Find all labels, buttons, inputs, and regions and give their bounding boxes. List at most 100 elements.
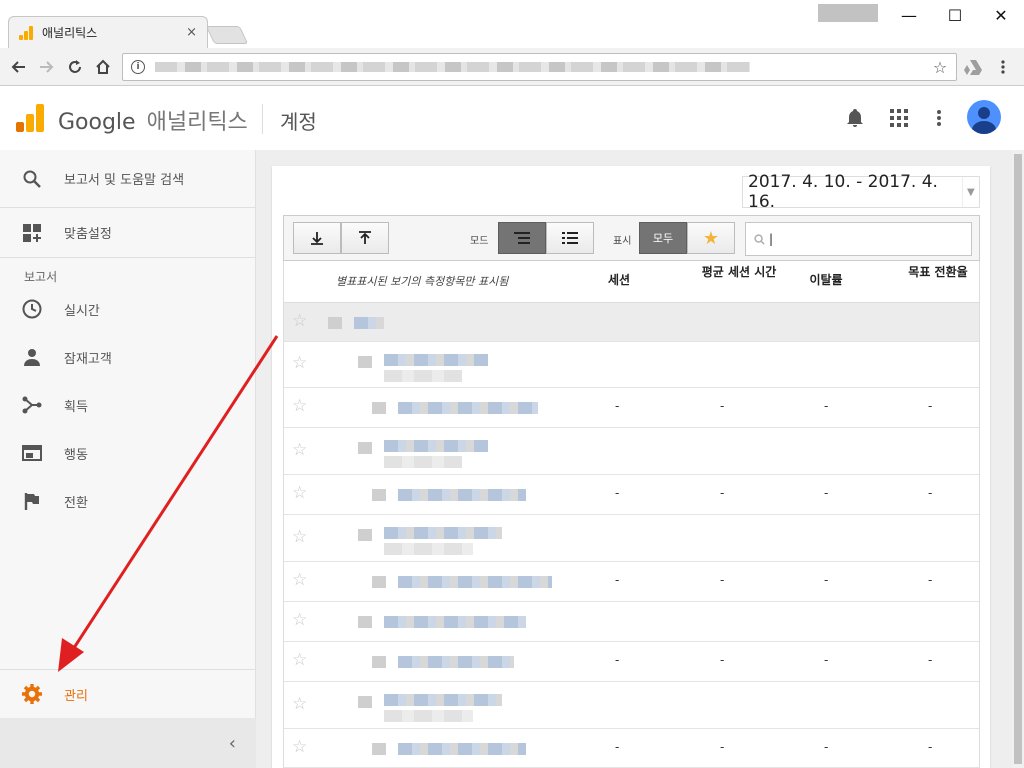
star-row-icon[interactable]: ☆	[292, 353, 307, 373]
collapse-sidebar-button[interactable]: ‹	[0, 718, 256, 768]
metric-value: -	[615, 653, 620, 667]
back-icon[interactable]	[5, 54, 31, 80]
table-row[interactable]: ☆ - - - -	[284, 562, 979, 602]
notifications-bell-icon[interactable]	[843, 106, 867, 130]
tab-close-icon[interactable]: ×	[186, 25, 197, 40]
metric-value: -	[720, 653, 725, 667]
column-header-avg-session-duration[interactable]: 평균 세션 시간	[694, 265, 784, 279]
blurred-row-label	[398, 742, 526, 755]
sidebar-item-audience[interactable]: 잠재고객	[0, 333, 256, 381]
blurred-url	[155, 62, 750, 72]
analytics-logo-icon[interactable]	[16, 104, 44, 132]
table-row[interactable]: ☆ - - - -	[284, 642, 979, 682]
star-icon: ★	[702, 227, 720, 249]
sidebar-item-customization[interactable]: 맞춤설정	[0, 208, 256, 258]
sidebar-item-label: 행동	[64, 447, 88, 463]
mode-hierarchy-button[interactable]	[498, 222, 546, 254]
site-info-icon[interactable]: i	[131, 60, 145, 74]
new-tab-button[interactable]	[205, 26, 249, 44]
scrollbar-thumb[interactable]	[1014, 154, 1022, 764]
table-row[interactable]: ☆ - - - -	[284, 475, 979, 515]
star-row-icon[interactable]: ☆	[292, 650, 307, 670]
avatar-head	[978, 107, 990, 119]
blurred-row-sublabel	[384, 543, 473, 555]
metric-value: -	[720, 573, 725, 587]
metric-value: -	[824, 653, 829, 667]
date-range-selector[interactable]: 2017. 4. 10. - 2017. 4. 16. ▼	[742, 172, 980, 212]
minimize-button[interactable]: —	[886, 2, 932, 28]
star-row-icon[interactable]: ☆	[292, 527, 307, 547]
export-button[interactable]	[293, 222, 341, 254]
blurred-expand-icon	[372, 402, 386, 414]
header-divider	[262, 104, 263, 134]
table-row[interactable]: ☆	[284, 682, 979, 729]
home-icon[interactable]	[90, 54, 116, 80]
chrome-menu-icon[interactable]	[990, 54, 1016, 80]
mode-list-button[interactable]	[546, 222, 594, 254]
sidebar-item-behavior[interactable]: 행동	[0, 429, 256, 477]
browser-tabstrip: 애널리틱스 × — ☐ ✕	[0, 0, 1024, 48]
user-avatar[interactable]	[967, 100, 1001, 134]
table-row[interactable]: ☆ - - - -	[284, 729, 979, 768]
gear-icon	[22, 684, 42, 704]
star-row-icon[interactable]: ☆	[292, 440, 307, 460]
column-header-goal-conversion[interactable]: 목표 전환율	[906, 265, 970, 279]
table-row[interactable]: ☆	[284, 342, 979, 388]
sidebar-item-acquisition[interactable]: 획득	[0, 381, 256, 429]
blurred-expand-icon	[372, 576, 386, 588]
column-header-bounce-rate[interactable]: 이탈률	[804, 273, 848, 287]
sidebar-search[interactable]: 보고서 및 도움말 검색	[0, 150, 256, 208]
sidebar-item-label: 획득	[64, 399, 88, 415]
search-icon	[22, 169, 42, 189]
page-scrollbar[interactable]	[1012, 150, 1024, 768]
blurred-expand-icon	[372, 656, 386, 668]
address-bar[interactable]: i ☆	[122, 53, 957, 81]
close-window-button[interactable]: ✕	[978, 2, 1024, 28]
table-search-input[interactable]: |	[745, 222, 972, 256]
star-row-icon[interactable]: ☆	[292, 311, 307, 331]
star-row-icon[interactable]: ☆	[292, 570, 307, 590]
show-all-button[interactable]: 모두	[639, 222, 687, 254]
metric-value: -	[824, 739, 829, 754]
upload-button[interactable]	[341, 222, 389, 254]
column-header-sessions[interactable]: 세션	[602, 273, 636, 287]
drive-extension-icon[interactable]	[960, 54, 986, 80]
reload-icon[interactable]	[62, 54, 88, 80]
blurred-expand-icon	[372, 489, 386, 501]
mode-label: 모드	[470, 236, 489, 247]
blurred-row-label	[398, 576, 552, 588]
apps-grid-icon[interactable]	[887, 106, 911, 130]
blurred-expand-icon	[358, 696, 372, 708]
forward-icon[interactable]	[34, 54, 60, 80]
blurred-expand-icon	[358, 616, 372, 628]
metric-value: -	[720, 486, 725, 500]
sidebar-item-conversions[interactable]: 전환	[0, 477, 256, 525]
upload-icon	[359, 231, 371, 244]
more-options-icon[interactable]	[927, 106, 951, 130]
account-selector[interactable]: 계정	[280, 106, 317, 135]
browser-tab[interactable]: 애널리틱스 ×	[8, 16, 208, 48]
show-starred-button[interactable]: ★	[687, 222, 735, 254]
table-row[interactable]: ☆	[284, 515, 979, 562]
search-label: 보고서 및 도움말 검색	[64, 173, 185, 188]
maximize-button[interactable]: ☐	[932, 2, 978, 28]
star-row-icon[interactable]: ☆	[292, 396, 307, 416]
table-row[interactable]: ☆	[284, 303, 979, 342]
sidebar-item-realtime[interactable]: 실시간	[0, 285, 256, 333]
table-row[interactable]: ☆ - - - -	[284, 388, 979, 428]
bookmark-star-icon[interactable]: ☆	[930, 58, 950, 77]
blurred-row-label	[384, 694, 502, 706]
table-row[interactable]: ☆	[284, 428, 979, 475]
clock-icon	[22, 299, 42, 319]
star-row-icon[interactable]: ☆	[292, 737, 307, 757]
star-row-icon[interactable]: ☆	[292, 610, 307, 630]
search-icon	[754, 233, 765, 245]
table-row[interactable]: ☆	[284, 602, 979, 642]
text-cursor: |	[769, 232, 774, 246]
metric-value: -	[824, 399, 829, 413]
star-row-icon[interactable]: ☆	[292, 483, 307, 503]
sidebar-item-admin[interactable]: 관리	[0, 669, 256, 718]
product-name[interactable]: Google 애널리틱스	[58, 104, 248, 136]
star-row-icon[interactable]: ☆	[292, 694, 307, 714]
metric-value: -	[928, 399, 933, 413]
